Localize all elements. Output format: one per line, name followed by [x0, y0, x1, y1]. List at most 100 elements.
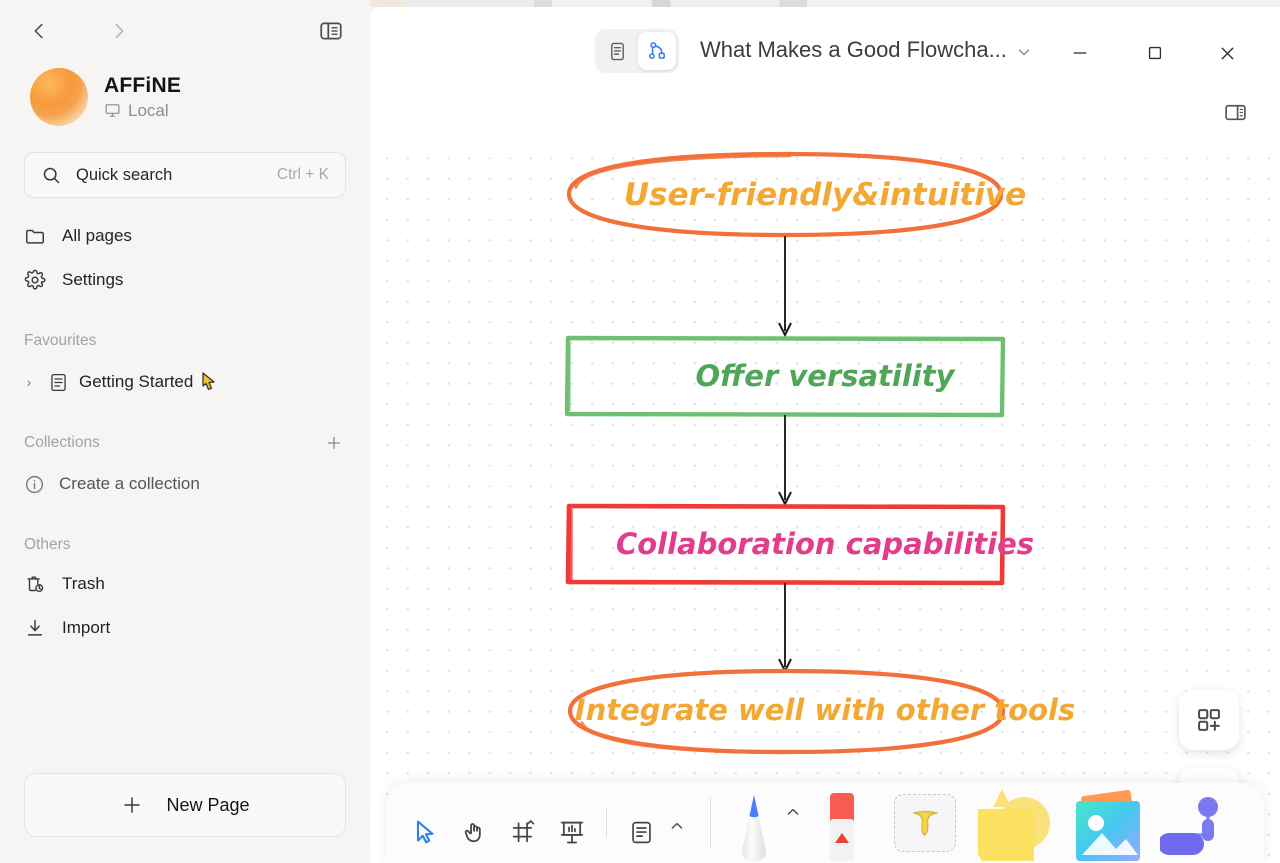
info-icon [25, 475, 44, 493]
window-minimize-button[interactable] [1060, 33, 1100, 73]
present-tool-button[interactable] [547, 792, 596, 854]
hand-icon [464, 823, 481, 843]
search-icon [43, 167, 60, 183]
others-section-header: Others [0, 530, 370, 560]
image-tool-button[interactable] [1067, 785, 1157, 861]
sidebar: AFFiNE Local Quick search Ctrl + K All p… [0, 0, 370, 863]
collections-title: Collections [24, 434, 100, 451]
select-tool-button[interactable] [400, 792, 449, 854]
pan-tool-button[interactable] [449, 792, 498, 854]
monitor-icon [105, 104, 120, 117]
page-icon [51, 373, 66, 391]
eraser-tool-button[interactable] [814, 785, 871, 861]
quick-search-button[interactable]: Quick search Ctrl + K [24, 152, 346, 198]
toolbar-divider [606, 808, 608, 838]
others-list: Trash Import [0, 562, 370, 650]
background-window-top-strip [370, 0, 1280, 7]
sidebar-item-getting-started[interactable]: › Getting Started [14, 360, 356, 404]
frame-tool-button[interactable] [498, 792, 547, 854]
node-shape [567, 668, 1006, 755]
flow-connector-2[interactable] [778, 415, 792, 507]
collections-section-header: Collections [0, 428, 370, 458]
main-window: What Makes a Good Flowcha... User-friend… [370, 7, 1280, 863]
edgeless-mode-icon [648, 42, 665, 60]
new-page-label: New Page [166, 794, 250, 815]
pen-tool-button[interactable] [727, 785, 782, 861]
template-grid-plus-icon [1198, 709, 1220, 731]
node-shape [565, 503, 1006, 586]
sidebar-collapse-button[interactable] [314, 14, 348, 48]
app-window: AFFiNE Local Quick search Ctrl + K All p… [0, 0, 1280, 863]
trash-icon [27, 576, 44, 593]
sidebar-item-label: Import [62, 618, 111, 637]
frame-icon [512, 819, 535, 843]
quick-search-shortcut: Ctrl + K [276, 166, 329, 183]
gear-icon [24, 269, 46, 290]
node-shape [564, 335, 1006, 418]
chevron-up-icon [787, 809, 799, 815]
chevron-right-icon [115, 23, 124, 39]
workspace-name: AFFiNE [104, 73, 182, 97]
flow-node-rect-green[interactable] [564, 335, 1006, 418]
edgeless-canvas[interactable]: User-friendly&intuitive Offer versatilit… [370, 143, 1280, 863]
note-tool-button[interactable] [617, 792, 666, 854]
sidebar-item-all-pages[interactable]: All pages [14, 214, 356, 258]
right-sidebar-toggle-button[interactable] [1218, 95, 1252, 129]
sidebar-item-label: Trash [62, 574, 105, 593]
window-close-button[interactable] [1207, 33, 1247, 73]
sidebar-item-label: All pages [62, 226, 132, 245]
note-tool-expand-button[interactable] [666, 801, 688, 863]
flow-connector-3[interactable] [778, 583, 792, 674]
node-shape-sketch [574, 153, 792, 189]
shapes-icon [978, 789, 1051, 861]
text-t-icon [913, 810, 938, 836]
shape-tool-button[interactable] [967, 785, 1061, 861]
pen-tool-expand-button[interactable] [782, 801, 804, 863]
maximize-icon [1148, 46, 1162, 60]
pen-icon [742, 795, 767, 861]
text-tool-button[interactable] [888, 792, 961, 854]
sidebar-topbar [0, 0, 370, 62]
mode-switch [595, 29, 679, 73]
connector-tool-button[interactable] [1159, 785, 1250, 861]
favourites-title: Favourites [24, 332, 97, 349]
nav-back-button[interactable] [22, 14, 56, 48]
nav-forward-button[interactable] [102, 14, 136, 48]
cursor-pointer-icon [201, 371, 218, 397]
sidebar-item-trash[interactable]: Trash [14, 562, 356, 606]
page-mode-button[interactable] [598, 32, 636, 70]
workspace-status: Local [128, 100, 169, 120]
workspace-avatar [30, 68, 88, 126]
plus-icon [327, 436, 341, 450]
new-page-button[interactable]: New Page [24, 773, 346, 837]
sidebar-item-label: Getting Started [79, 372, 194, 391]
quick-search-label: Quick search [76, 165, 173, 184]
chevron-down-icon [1018, 49, 1030, 56]
minimize-icon [1073, 52, 1087, 54]
titlebar: What Makes a Good Flowcha... [370, 7, 1280, 120]
document-title-menu-button[interactable] [1015, 43, 1033, 66]
sidebar-main-nav: All pages Settings [0, 214, 370, 302]
flow-connector-1[interactable] [778, 236, 792, 338]
create-collection-button[interactable]: Create a collection [14, 462, 356, 506]
add-collection-button[interactable] [322, 431, 346, 455]
sidebar-item-import[interactable]: Import [14, 606, 356, 650]
add-template-button[interactable] [1179, 690, 1239, 750]
flow-node-ellipse-bottom[interactable] [567, 668, 1006, 755]
folder-icon [26, 229, 44, 244]
window-maximize-button[interactable] [1135, 33, 1175, 73]
chevron-left-icon [34, 23, 43, 39]
image-icon [1076, 790, 1141, 861]
connector-icon [1159, 797, 1218, 855]
close-icon [1221, 47, 1233, 59]
others-title: Others [24, 536, 71, 553]
document-title[interactable]: What Makes a Good Flowcha... [700, 37, 1007, 63]
flow-node-rect-red[interactable] [565, 503, 1006, 586]
sidebar-item-settings[interactable]: Settings [14, 258, 356, 302]
node-shape [566, 151, 1004, 238]
flow-node-ellipse-top[interactable] [566, 151, 1004, 238]
workspace-selector[interactable]: AFFiNE Local [0, 62, 370, 126]
edgeless-mode-button[interactable] [638, 32, 676, 70]
chevron-right-icon[interactable]: › [20, 374, 38, 390]
note-doc-icon [632, 821, 652, 844]
